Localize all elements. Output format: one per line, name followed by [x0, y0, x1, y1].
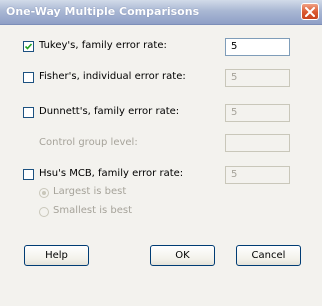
- radio-selected-dot: [42, 191, 46, 195]
- largest-is-best-radio[interactable]: [39, 188, 49, 198]
- close-button[interactable]: [301, 3, 319, 20]
- smallest-is-best-label: Smallest is best: [53, 205, 133, 216]
- control-group-label: Control group level:: [39, 137, 138, 148]
- hsu-checkbox[interactable]: [23, 169, 34, 180]
- close-icon: [305, 7, 315, 17]
- hsu-label: Hsu's MCB, family error rate:: [39, 168, 184, 179]
- control-group-input[interactable]: [225, 134, 290, 152]
- cancel-button[interactable]: Cancel: [236, 245, 301, 266]
- dialog: One-Way Multiple Comparisons Tukey's, fa…: [0, 0, 322, 306]
- hsu-error-rate-input[interactable]: 5: [225, 166, 290, 184]
- fisher-label: Fisher's, individual error rate:: [39, 71, 186, 82]
- fisher-error-rate-input[interactable]: 5: [225, 69, 290, 87]
- tukey-label: Tukey's, family error rate:: [39, 40, 167, 51]
- smallest-is-best-radio[interactable]: [39, 207, 49, 217]
- dunnett-error-rate-input[interactable]: 5: [225, 104, 290, 122]
- fisher-checkbox[interactable]: [23, 72, 34, 83]
- largest-is-best-label: Largest is best: [53, 186, 127, 197]
- tukey-checkbox[interactable]: [23, 41, 34, 52]
- window-title: One-Way Multiple Comparisons: [6, 5, 200, 18]
- ok-button[interactable]: OK: [150, 245, 215, 266]
- help-button[interactable]: Help: [24, 245, 89, 266]
- dunnett-checkbox[interactable]: [23, 107, 34, 118]
- dunnett-label: Dunnett's, family error rate:: [39, 106, 180, 117]
- title-bar[interactable]: One-Way Multiple Comparisons: [0, 0, 322, 25]
- checkmark-icon: [24, 43, 33, 50]
- tukey-error-rate-input[interactable]: 5: [225, 38, 290, 56]
